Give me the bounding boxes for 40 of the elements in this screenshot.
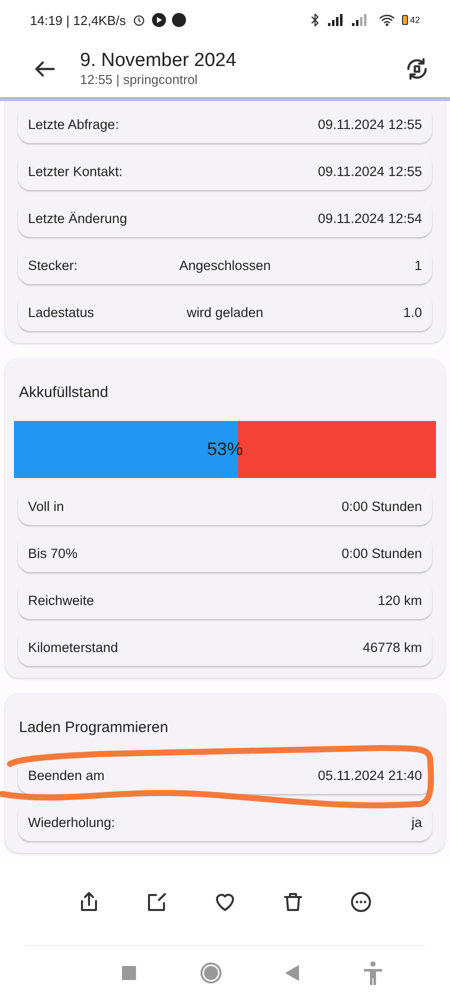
row-label: Letzte Abfrage: [28, 116, 119, 132]
row-value: 09.11.2024 12:54 [318, 210, 422, 226]
row-value: 46778 km [362, 640, 422, 654]
row-label: Wiederholung: [28, 814, 116, 830]
play-icon [152, 13, 166, 27]
row-value: ja [411, 814, 422, 830]
row-value: 09.11.2024 12:55 [318, 116, 422, 132]
row-label: Beenden am [28, 768, 105, 782]
alarm-icon [132, 13, 146, 27]
row-label: Reichweite [28, 592, 94, 608]
recents-button[interactable] [122, 966, 136, 980]
dot-icon [172, 13, 186, 27]
row-label: Stecker: [28, 258, 78, 272]
card-title: Laden Programmieren [18, 719, 170, 736]
battery-text: 42 [410, 15, 420, 25]
wifi-icon [378, 12, 396, 28]
row-value: 1 [414, 258, 422, 272]
row-value: 09.11.2024 12:55 [318, 164, 422, 178]
row-value: 0:00 Stunden [342, 498, 422, 514]
more-button[interactable] [349, 890, 373, 914]
back-nav-button[interactable] [285, 965, 300, 981]
row-label: Kilometerstand [28, 640, 118, 654]
row-status: Angeschlossen [179, 258, 271, 272]
header-subtitle: 12:55 | springcontrol [80, 72, 199, 87]
battery-icon [402, 15, 408, 25]
status-text: 14:19 | 12,4KB/s [30, 12, 126, 28]
row-status: wird geladen [186, 304, 264, 320]
row-value: 120 km [378, 592, 422, 608]
row-value: 05.11.2024 21:40 [318, 768, 422, 782]
row-value: 1.0 [403, 304, 422, 320]
card-title: Akkufüllstand [18, 384, 110, 401]
row-label: Ladestatus [28, 304, 94, 320]
row-label: Letzter Kontakt: [28, 164, 123, 178]
home-button[interactable] [200, 962, 222, 984]
row-label: Letzte Änderung [28, 210, 128, 226]
row-label: Voll in [28, 498, 64, 514]
accessibility-button[interactable] [363, 961, 384, 985]
row-label: Bis 70% [28, 546, 78, 560]
row-value: 0:00 Stunden [342, 546, 422, 560]
header-title: 9. November 2024 [80, 50, 238, 72]
